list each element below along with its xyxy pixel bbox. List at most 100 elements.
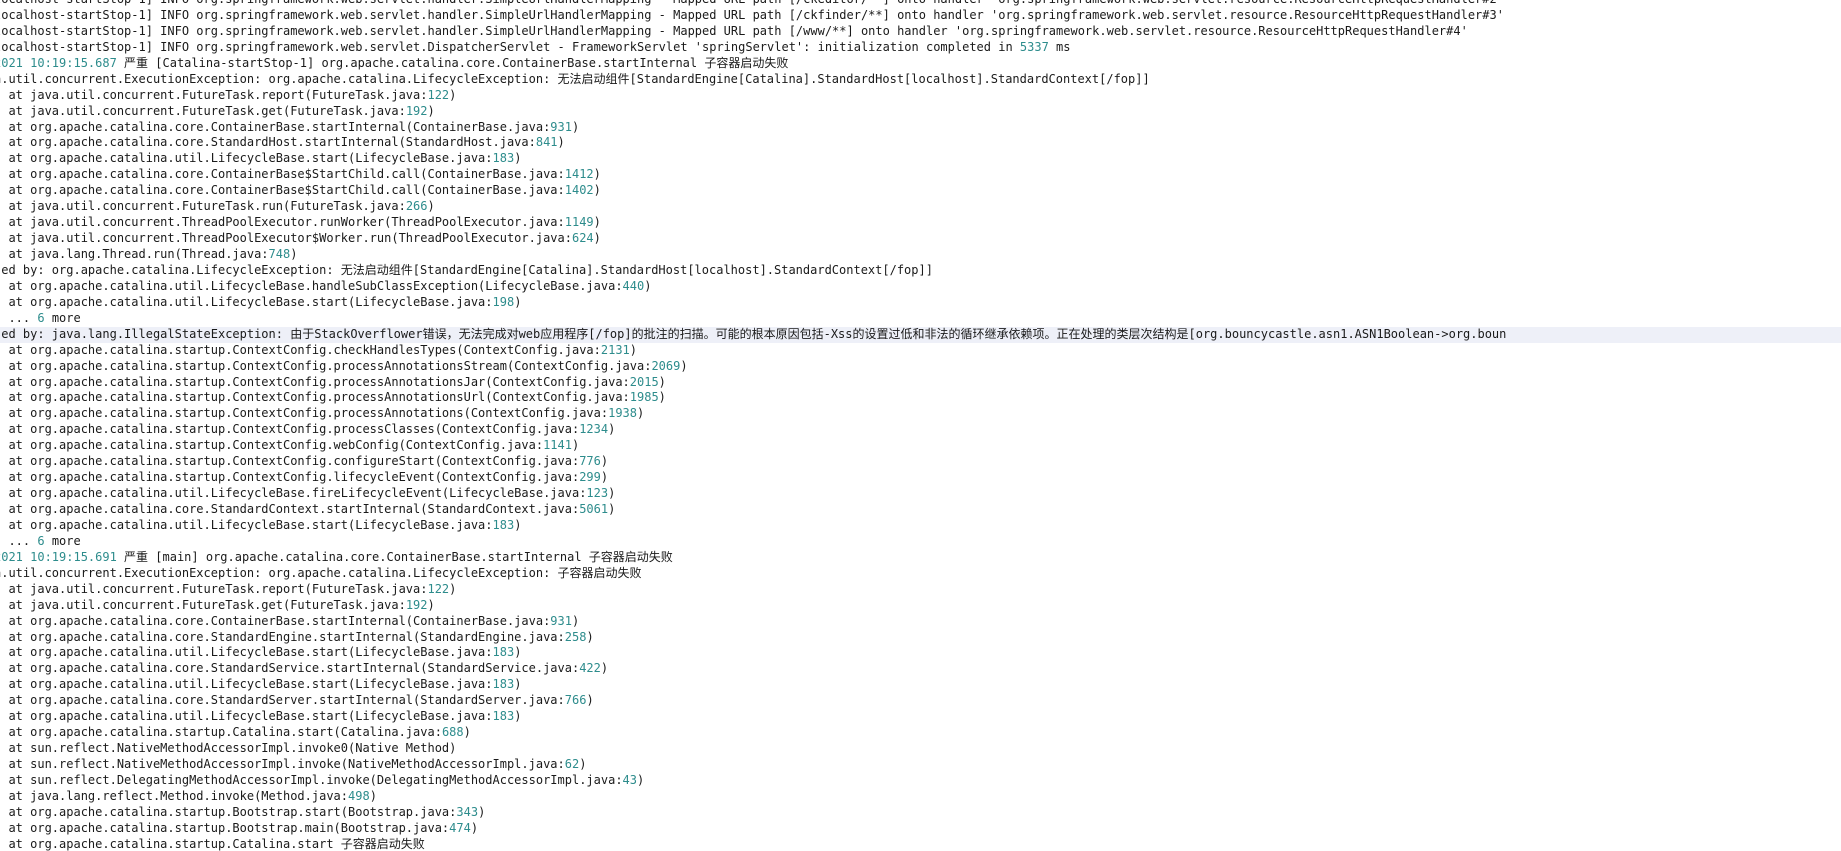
log-line[interactable]: a.util.concurrent.ExecutionException: or… [0,566,1841,582]
log-line[interactable]: sed by: org.apache.catalina.LifecycleExc… [0,263,1841,279]
log-line[interactable]: at org.apache.catalina.core.ContainerBas… [0,614,1841,630]
log-number: 5337 [1019,39,1049,54]
log-text: at org.apache.catalina.util.LifecycleBas… [0,517,493,532]
log-number: 2015 [629,374,659,389]
log-text: at org.apache.catalina.startup.ContextCo… [0,390,630,405]
log-number: 1412 [564,167,594,182]
log-text: at org.apache.catalina.util.LifecycleBas… [0,709,493,724]
log-text: at org.apache.catalina.core.StandardCont… [0,502,580,516]
log-line[interactable]: at java.util.concurrent.ThreadPoolExecut… [0,215,1841,231]
log-number: 258 [564,629,587,644]
log-number: 1149 [564,215,594,230]
log-text: ) [600,661,609,676]
log-number: 688 [441,725,464,740]
log-line[interactable]: at org.apache.catalina.util.LifecycleBas… [0,295,1841,311]
log-text: ) [290,247,298,261]
log-text: at java.util.concurrent.FutureTask.get(F… [0,597,406,612]
log-line[interactable]: at java.util.concurrent.FutureTask.run(F… [0,199,1841,215]
log-line[interactable]: at org.apache.catalina.util.LifecycleBas… [0,677,1841,693]
log-line[interactable]: localhost-startStop-1] INFO org.springfr… [0,8,1841,24]
log-text: at java.util.concurrent.FutureTask.repor… [0,581,428,596]
log-number: 192 [405,597,428,612]
log-number: 183 [492,517,515,532]
log-line[interactable]: localhost-startStop-1] INFO org.springfr… [0,40,1841,56]
log-line[interactable]: localhost-startStop-1] INFO org.springfr… [0,24,1841,40]
log-line[interactable]: at org.apache.catalina.startup.ContextCo… [0,438,1841,454]
log-text: at org.apache.catalina.core.StandardServ… [0,693,565,708]
log-line[interactable]: at org.apache.catalina.startup.Catalina.… [0,837,1841,851]
log-line[interactable]: at java.util.concurrent.FutureTask.get(F… [0,104,1841,120]
log-number: 299 [579,470,601,485]
log-line[interactable]: at org.apache.catalina.core.StandardEngi… [0,630,1841,646]
log-text: at org.apache.catalina.util.LifecycleBas… [0,294,493,309]
log-text: at org.apache.catalina.startup.ContextCo… [0,470,580,485]
log-line[interactable]: at org.apache.catalina.startup.ContextCo… [0,390,1841,406]
log-line[interactable]: at sun.reflect.NativeMethodAccessorImpl.… [0,757,1841,773]
log-number: 192 [405,103,428,118]
log-line[interactable]: at java.util.concurrent.FutureTask.repor… [0,582,1841,598]
log-text: ) [571,438,580,453]
log-text: ) [586,629,594,644]
log-line[interactable]: at org.apache.catalina.util.LifecycleBas… [0,518,1841,534]
log-number: 2069 [651,358,681,373]
log-line[interactable]: at java.lang.reflect.Method.invoke(Metho… [0,789,1841,805]
log-text: ) [608,422,616,437]
log-line[interactable]: at org.apache.catalina.util.LifecycleBas… [0,151,1841,167]
log-line[interactable]: at org.apache.catalina.startup.ContextCo… [0,454,1841,470]
log-line[interactable]: at org.apache.catalina.util.LifecycleBas… [0,279,1841,295]
log-line[interactable]: at org.apache.catalina.startup.ContextCo… [0,375,1841,391]
log-line[interactable]: ... 6 more [0,534,1841,550]
log-line[interactable]: at org.apache.catalina.startup.ContextCo… [0,470,1841,486]
log-text-view[interactable]: localhost-startStop-1] INFO org.springfr… [0,0,1841,851]
log-number: 183 [492,709,515,724]
log-line[interactable]: at java.util.concurrent.ThreadPoolExecut… [0,231,1841,247]
log-text: localhost-startStop-1] INFO org.springfr… [0,23,1468,38]
log-line[interactable]: sed by: java.lang.IllegalStateException:… [0,326,1841,343]
log-number: 776 [579,454,601,469]
log-line[interactable]: at org.apache.catalina.startup.ContextCo… [0,343,1841,359]
log-line[interactable]: at org.apache.catalina.core.ContainerBas… [0,120,1841,136]
log-text: ) [514,709,522,724]
log-line[interactable]: localhost-startStop-1] INFO org.springfr… [0,0,1841,8]
log-line[interactable]: at org.apache.catalina.core.StandardHost… [0,135,1841,151]
log-line[interactable]: at org.apache.catalina.startup.ContextCo… [0,406,1841,422]
log-line[interactable]: at sun.reflect.NativeMethodAccessorImpl.… [0,741,1841,757]
log-line[interactable]: at org.apache.catalina.util.LifecycleBas… [0,645,1841,661]
log-line[interactable]: at org.apache.catalina.startup.ContextCo… [0,359,1841,375]
log-number: 198 [492,294,515,309]
log-text: at org.apache.catalina.startup.Catalina.… [0,725,442,740]
log-line[interactable]: 2021 10:19:15.691 严重 [main] org.apache.c… [0,550,1841,566]
log-number: 440 [622,278,645,293]
log-number: 1141 [543,438,572,453]
log-line[interactable]: at org.apache.catalina.startup.Bootstrap… [0,821,1841,837]
log-text: at org.apache.catalina.startup.Catalina.… [0,836,425,851]
log-text: at org.apache.catalina.startup.ContextCo… [0,438,544,453]
log-line[interactable]: at java.util.concurrent.FutureTask.get(F… [0,598,1841,614]
log-number: 2021 10:19:15.691 [0,549,125,564]
log-line[interactable]: at org.apache.catalina.core.ContainerBas… [0,167,1841,183]
log-line[interactable]: at org.apache.catalina.core.StandardServ… [0,693,1841,709]
log-line[interactable]: at java.lang.Thread.run(Thread.java:748) [0,247,1841,263]
log-line[interactable]: at org.apache.catalina.util.LifecycleBas… [0,709,1841,725]
log-line[interactable]: at org.apache.catalina.core.ContainerBas… [0,183,1841,199]
log-text: at java.lang.Thread.run(Thread.java: [0,247,269,261]
log-line[interactable]: at org.apache.catalina.core.StandardCont… [0,502,1841,518]
log-line[interactable]: at org.apache.catalina.startup.Catalina.… [0,725,1841,741]
log-text: ) [629,342,638,357]
log-line[interactable]: a.util.concurrent.ExecutionException: or… [0,72,1841,88]
log-lines: localhost-startStop-1] INFO org.springfr… [0,0,1841,851]
log-text: [Catalina-startStop-1] org.apache.catali… [148,55,789,70]
log-line[interactable]: at org.apache.catalina.util.LifecycleBas… [0,486,1841,502]
log-text: ) [449,581,457,596]
log-line[interactable]: at org.apache.catalina.startup.ContextCo… [0,422,1841,438]
log-line[interactable]: at sun.reflect.DelegatingMethodAccessorI… [0,773,1841,789]
log-text: [main] org.apache.catalina.core.Containe… [148,549,673,564]
log-line[interactable]: at java.util.concurrent.FutureTask.repor… [0,88,1841,104]
log-text: 严重 [124,549,149,564]
log-text: ... [8,310,31,325]
log-number: 183 [492,645,515,660]
log-line[interactable]: 2021 10:19:15.687 严重 [Catalina-startStop… [0,56,1841,72]
log-line[interactable]: at org.apache.catalina.startup.Bootstrap… [0,805,1841,821]
log-line[interactable]: at org.apache.catalina.core.StandardServ… [0,661,1841,677]
log-line[interactable]: ... 6 more [0,311,1841,327]
